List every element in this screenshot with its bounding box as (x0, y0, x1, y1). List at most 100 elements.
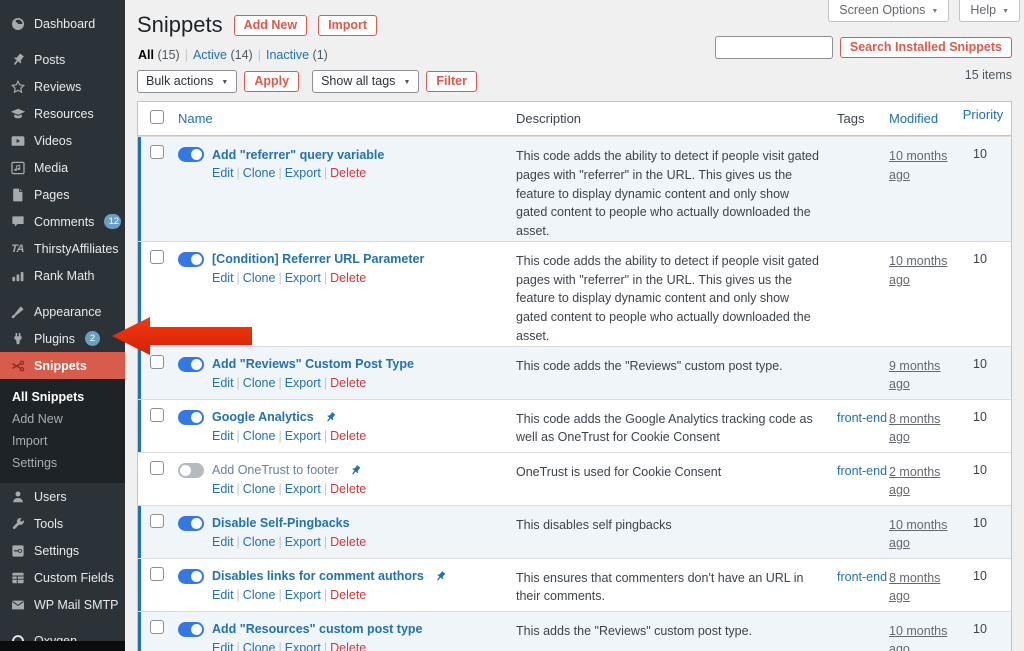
sidebar-item-wp-mail-smtp[interactable]: WP Mail SMTP (0, 591, 125, 618)
snippet-modified-link[interactable]: 10 months ago (889, 624, 947, 651)
delete-link[interactable]: Delete (330, 641, 366, 651)
export-link[interactable]: Export (285, 271, 321, 285)
snippet-name-link[interactable]: Add "referrer" query variable (212, 148, 384, 162)
search-input[interactable] (714, 36, 833, 59)
export-link[interactable]: Export (285, 588, 321, 602)
snippet-modified-link[interactable]: 2 months ago (889, 465, 940, 498)
clone-link[interactable]: Clone (243, 271, 276, 285)
snippet-name-link[interactable]: Add "Reviews" Custom Post Type (212, 357, 414, 371)
sidebar-item-videos[interactable]: Videos (0, 127, 125, 154)
snippet-name-link[interactable]: Google Analytics (212, 410, 314, 424)
clone-link[interactable]: Clone (243, 535, 276, 549)
delete-link[interactable]: Delete (330, 588, 366, 602)
snippet-tag-link[interactable]: front-end (837, 570, 887, 584)
row-checkbox[interactable] (150, 460, 164, 475)
delete-link[interactable]: Delete (330, 482, 366, 496)
screen-options-button[interactable]: Screen Options (828, 0, 950, 22)
row-checkbox[interactable] (150, 407, 164, 422)
delete-link[interactable]: Delete (330, 376, 366, 390)
snippet-name-link[interactable]: Disable Self-Pingbacks (212, 516, 350, 530)
export-link[interactable]: Export (285, 641, 321, 651)
edit-link[interactable]: Edit (212, 535, 234, 549)
clone-link[interactable]: Clone (243, 166, 276, 180)
snippet-modified-link[interactable]: 8 months ago (889, 412, 940, 445)
snippet-tag-link[interactable]: front-end (837, 464, 887, 478)
snippet-active-toggle[interactable] (178, 147, 204, 162)
snippet-name-link[interactable]: Disables links for comment authors (212, 569, 424, 583)
row-checkbox[interactable] (150, 249, 164, 264)
delete-link[interactable]: Delete (330, 535, 366, 549)
edit-link[interactable]: Edit (212, 376, 234, 390)
edit-link[interactable]: Edit (212, 429, 234, 443)
select-all-checkbox[interactable] (150, 110, 164, 124)
snippet-active-toggle[interactable] (178, 251, 204, 267)
edit-link[interactable]: Edit (212, 482, 234, 496)
sidebar-item-custom-fields[interactable]: Custom Fields (0, 564, 125, 591)
edit-link[interactable]: Edit (212, 588, 234, 602)
snippet-modified-link[interactable]: 9 months ago (889, 359, 940, 392)
snippet-modified-link[interactable]: 10 months ago (889, 149, 947, 182)
snippet-active-toggle[interactable] (178, 515, 204, 531)
filter-inactive-link[interactable]: Inactive (1) (266, 48, 328, 62)
sidebar-item-tools[interactable]: Tools (0, 510, 125, 537)
sidebar-item-rank-math[interactable]: Rank Math (0, 262, 125, 289)
delete-link[interactable]: Delete (330, 429, 366, 443)
filter-button[interactable]: Filter (426, 71, 477, 92)
filter-active-link[interactable]: Active (14) (193, 48, 253, 62)
snippet-active-toggle[interactable] (178, 409, 204, 425)
sidebar-item-dashboard[interactable]: Dashboard (0, 10, 125, 37)
clone-link[interactable]: Clone (243, 482, 276, 496)
row-checkbox[interactable] (150, 566, 164, 581)
snippet-active-toggle[interactable] (178, 462, 204, 478)
search-installed-snippets-button[interactable]: Search Installed Snippets (839, 37, 1012, 58)
edit-link[interactable]: Edit (212, 271, 234, 285)
snippet-name-link[interactable]: Add "Resources" custom post type (212, 622, 423, 636)
snippet-modified-link[interactable]: 10 months ago (889, 518, 947, 551)
sidebar-item-resources[interactable]: Resources (0, 100, 125, 127)
delete-link[interactable]: Delete (330, 271, 366, 285)
submenu-item-import[interactable]: Import (0, 430, 125, 452)
submenu-item-all-snippets[interactable]: All Snippets (0, 386, 125, 408)
import-button[interactable]: Import (318, 14, 377, 36)
edit-link[interactable]: Edit (212, 166, 234, 180)
help-button[interactable]: Help (959, 0, 1020, 22)
snippet-active-toggle[interactable] (178, 356, 204, 372)
export-link[interactable]: Export (285, 429, 321, 443)
sidebar-item-appearance[interactable]: Appearance (0, 298, 125, 325)
snippet-modified-link[interactable]: 10 months ago (889, 254, 947, 287)
tags-filter-select[interactable]: Show all tags (312, 70, 420, 93)
sidebar-item-thirstyaffiliates[interactable]: TA ThirstyAffiliates (0, 235, 125, 262)
snippet-active-toggle[interactable] (178, 621, 204, 637)
apply-button[interactable]: Apply (244, 71, 300, 92)
sidebar-item-posts[interactable]: Posts (0, 46, 125, 73)
export-link[interactable]: Export (285, 482, 321, 496)
sidebar-item-users[interactable]: Users (0, 483, 125, 510)
clone-link[interactable]: Clone (243, 641, 276, 651)
row-checkbox[interactable] (150, 145, 164, 159)
export-link[interactable]: Export (285, 376, 321, 390)
sidebar-item-pages[interactable]: Pages (0, 181, 125, 208)
filter-all-link[interactable]: All (15) (138, 48, 180, 62)
snippet-modified-link[interactable]: 8 months ago (889, 571, 940, 604)
sidebar-item-media[interactable]: Media (0, 154, 125, 181)
row-checkbox[interactable] (150, 354, 164, 369)
row-checkbox[interactable] (150, 513, 164, 528)
row-checkbox[interactable] (150, 619, 164, 634)
export-link[interactable]: Export (285, 535, 321, 549)
column-header-priority[interactable]: Priority (963, 107, 1003, 122)
submenu-item-add-new[interactable]: Add New (0, 408, 125, 430)
snippet-name-link[interactable]: [Condition] Referrer URL Parameter (212, 252, 424, 266)
export-link[interactable]: Export (285, 166, 321, 180)
column-header-name[interactable]: Name (178, 111, 213, 126)
column-header-modified[interactable]: Modified (889, 111, 938, 126)
sidebar-item-snippets[interactable]: Snippets (0, 352, 125, 379)
submenu-item-settings[interactable]: Settings (0, 452, 125, 474)
snippet-active-toggle[interactable] (178, 568, 204, 584)
clone-link[interactable]: Clone (243, 588, 276, 602)
sidebar-item-comments[interactable]: Comments 12 (0, 208, 125, 235)
sidebar-item-plugins[interactable]: Plugins 2 (0, 325, 125, 352)
sidebar-item-settings[interactable]: Settings (0, 537, 125, 564)
clone-link[interactable]: Clone (243, 376, 276, 390)
sidebar-item-reviews[interactable]: Reviews (0, 73, 125, 100)
bulk-actions-select[interactable]: Bulk actions (137, 70, 238, 93)
